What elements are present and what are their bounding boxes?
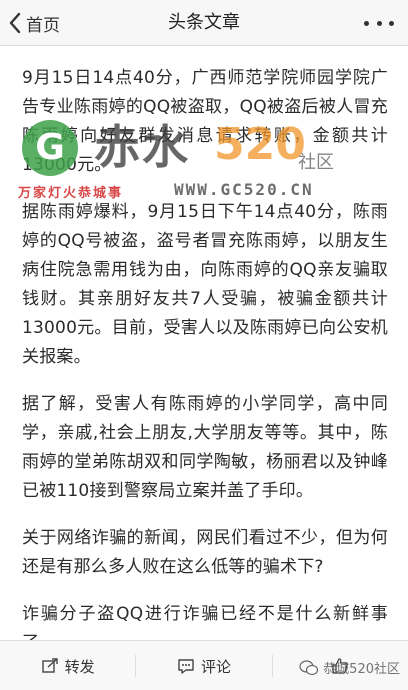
article-body[interactable]: 9月15日14点40分，广西师范学院师园学院广告专业陈雨婷的QQ被盗取，QQ被盗… — [0, 46, 408, 640]
back-button[interactable]: 首页 — [8, 8, 60, 38]
top-nav-bar: 首页 头条文章 — [0, 0, 408, 46]
more-dot-icon — [389, 20, 394, 26]
more-dot-icon — [376, 20, 382, 26]
comment-button[interactable]: 评论 — [136, 641, 271, 690]
like-button[interactable] — [273, 641, 408, 690]
chevron-left-icon — [8, 12, 22, 34]
more-dot-icon — [364, 20, 369, 26]
share-button[interactable]: 转发 — [0, 641, 135, 690]
article-paragraph-1: 9月15日14点40分，广西师范学院师园学院广告专业陈雨婷的QQ被盗取，QQ被盗… — [22, 68, 388, 175]
article-paragraph-2: 据陈雨婷爆料，9月15日下午14点40分，陈雨婷的QQ号被盗，盗号者冒充陈雨婷，… — [22, 202, 388, 367]
article-paragraph-3: 据了解，受害人有陈雨婷的小学同学，高中同学，亲戚,社会上朋友,大学朋友等等。其中… — [22, 394, 388, 501]
more-options-button[interactable] — [364, 12, 394, 34]
share-icon — [41, 657, 59, 675]
comment-label: 评论 — [200, 657, 231, 676]
back-label: 首页 — [26, 15, 60, 36]
share-label: 转发 — [64, 657, 95, 676]
comment-icon — [177, 657, 195, 675]
thumbs-up-icon — [331, 657, 349, 675]
article-paragraph-5: 诈骗分子盗QQ进行诈骗已经不是什么新鲜事了。 — [22, 604, 388, 640]
page-title: 头条文章 — [168, 12, 240, 33]
article-paragraph-4: 关于网络诈骗的新闻，网民们看过不少，但为何还是有那么多人败在这么低等的骗术下? — [22, 528, 388, 577]
bottom-toolbar: 转发 评论 — [0, 640, 408, 690]
